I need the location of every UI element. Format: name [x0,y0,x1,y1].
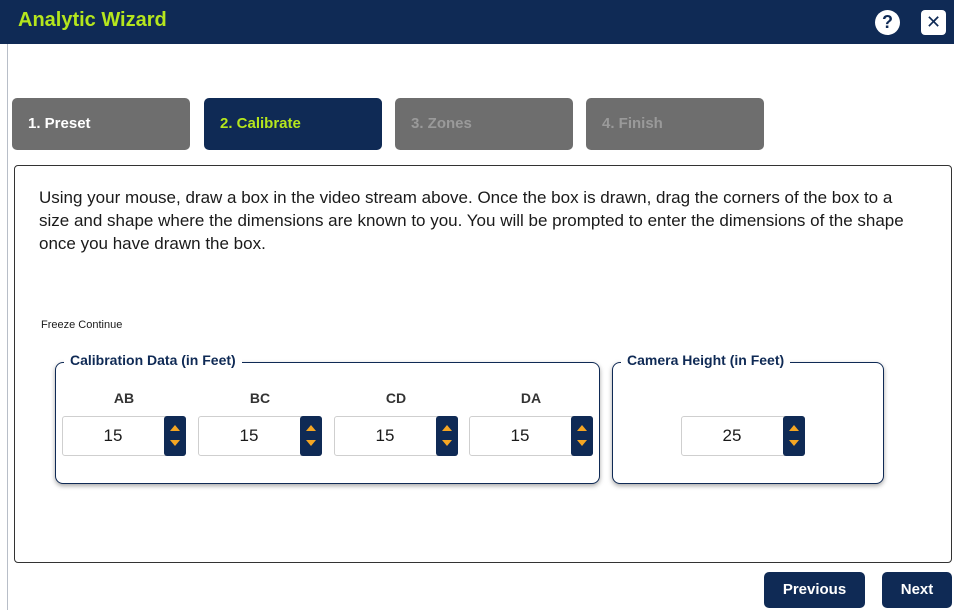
arrow-down-icon[interactable] [577,440,587,446]
bc-value[interactable]: 15 [199,417,299,455]
bc-stepper[interactable]: 15 [198,416,322,456]
camera-height-value[interactable]: 25 [682,417,782,455]
arrow-down-icon[interactable] [170,440,180,446]
cd-spin-buttons[interactable] [436,416,458,456]
camera-height-group: Camera Height (in Feet) 25 [612,352,884,484]
camera-height-legend: Camera Height (in Feet) [621,352,791,368]
window-border [7,44,8,610]
ab-spin-buttons[interactable] [164,416,186,456]
arrow-up-icon[interactable] [170,425,180,431]
previous-button[interactable]: Previous [764,572,865,608]
ab-value[interactable]: 15 [63,417,163,455]
ab-stepper[interactable]: 15 [62,416,186,456]
help-icon[interactable]: ? [875,10,900,35]
window-title: Analytic Wizard [18,9,167,31]
da-spin-buttons[interactable] [571,416,593,456]
cd-value[interactable]: 15 [335,417,435,455]
bc-label: BC [249,390,271,406]
tab-zones[interactable]: 3. Zones [395,98,573,150]
instructions-text: Using your mouse, draw a box in the vide… [39,188,904,253]
arrow-down-icon[interactable] [306,440,316,446]
calibration-data-legend: Calibration Data (in Feet) [64,352,242,368]
da-value[interactable]: 15 [470,417,570,455]
calibrate-panel: Using your mouse, draw a box in the vide… [14,165,952,563]
tab-calibrate[interactable]: 2. Calibrate [204,98,382,150]
cd-stepper[interactable]: 15 [334,416,458,456]
tab-preset[interactable]: 1. Preset [12,98,190,150]
arrow-down-icon[interactable] [789,440,799,446]
arrow-up-icon[interactable] [442,425,452,431]
arrow-up-icon[interactable] [789,425,799,431]
da-label: DA [520,390,542,406]
camera-height-spin-buttons[interactable] [783,416,805,456]
arrow-up-icon[interactable] [306,425,316,431]
calibration-data-group: Calibration Data (in Feet) AB 15 BC 15 C… [55,352,600,484]
title-bar: Analytic Wizard ? ✕ [0,0,954,44]
camera-height-stepper[interactable]: 25 [681,416,805,456]
da-stepper[interactable]: 15 [469,416,593,456]
bc-spin-buttons[interactable] [300,416,322,456]
tab-finish[interactable]: 4. Finish [586,98,764,150]
next-button[interactable]: Next [882,572,952,608]
cd-label: CD [385,390,407,406]
close-icon[interactable]: ✕ [921,10,946,35]
ab-label: AB [113,390,135,406]
freeze-continue-link[interactable]: Freeze Continue [41,319,122,331]
arrow-up-icon[interactable] [577,425,587,431]
arrow-down-icon[interactable] [442,440,452,446]
